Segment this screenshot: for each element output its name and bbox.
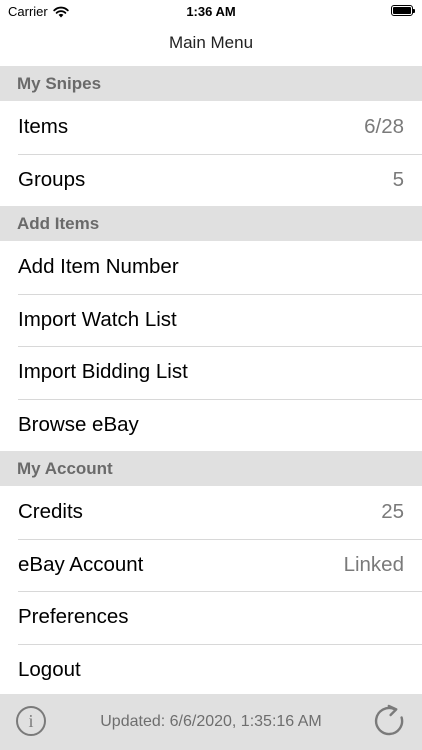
menu-row-credits[interactable]: Credits 25 bbox=[0, 486, 422, 539]
section-header-add-items: Add Items bbox=[0, 206, 422, 241]
row-label: Add Item Number bbox=[18, 255, 179, 279]
battery-icon bbox=[391, 5, 415, 16]
row-label: Preferences bbox=[18, 605, 129, 629]
menu-row-logout[interactable]: Logout bbox=[0, 643, 422, 697]
menu-row-ebay-account[interactable]: eBay Account Linked bbox=[0, 538, 422, 592]
row-label: Import Bidding List bbox=[18, 360, 188, 384]
page-title: Main Menu bbox=[168, 33, 254, 52]
menu-table: My Snipes Items 6/28 Groups 5 Add Items … bbox=[0, 66, 422, 696]
refresh-icon[interactable] bbox=[372, 704, 406, 738]
menu-row-groups[interactable]: Groups 5 bbox=[0, 153, 422, 207]
row-value: 25 bbox=[381, 500, 404, 524]
row-label: Import Watch List bbox=[18, 307, 177, 331]
menu-row-add-item-number[interactable]: Add Item Number bbox=[0, 241, 422, 294]
row-label: Items bbox=[18, 115, 69, 139]
row-label: Credits bbox=[18, 500, 83, 524]
bottom-toolbar: i Updated: 6/6/2020, 1:35:16 AM bbox=[0, 694, 422, 750]
menu-row-import-bidding-list[interactable]: Import Bidding List bbox=[0, 346, 422, 399]
menu-row-preferences[interactable]: Preferences bbox=[0, 591, 422, 644]
row-value: 5 bbox=[392, 167, 404, 191]
section-header-my-snipes: My Snipes bbox=[0, 66, 422, 101]
row-label: Browse eBay bbox=[18, 412, 139, 436]
screen: Carrier 1:36 AM Main Menu My Snipes Item… bbox=[0, 0, 422, 750]
status-bar: Carrier 1:36 AM bbox=[0, 0, 422, 24]
status-time: 1:36 AM bbox=[186, 4, 236, 19]
section-header-my-account: My Account bbox=[0, 451, 422, 486]
menu-row-browse-ebay[interactable]: Browse eBay bbox=[0, 398, 422, 452]
row-label: Groups bbox=[18, 167, 86, 191]
menu-row-import-watch-list[interactable]: Import Watch List bbox=[0, 293, 422, 347]
row-value: Linked bbox=[343, 552, 404, 576]
row-label: Logout bbox=[18, 657, 81, 681]
row-label: eBay Account bbox=[18, 552, 144, 576]
updated-timestamp: Updated: 6/6/2020, 1:35:16 AM bbox=[100, 713, 322, 730]
nav-bar: Main Menu bbox=[0, 24, 422, 66]
row-value: 6/28 bbox=[364, 115, 404, 139]
menu-row-items[interactable]: Items 6/28 bbox=[0, 101, 422, 154]
